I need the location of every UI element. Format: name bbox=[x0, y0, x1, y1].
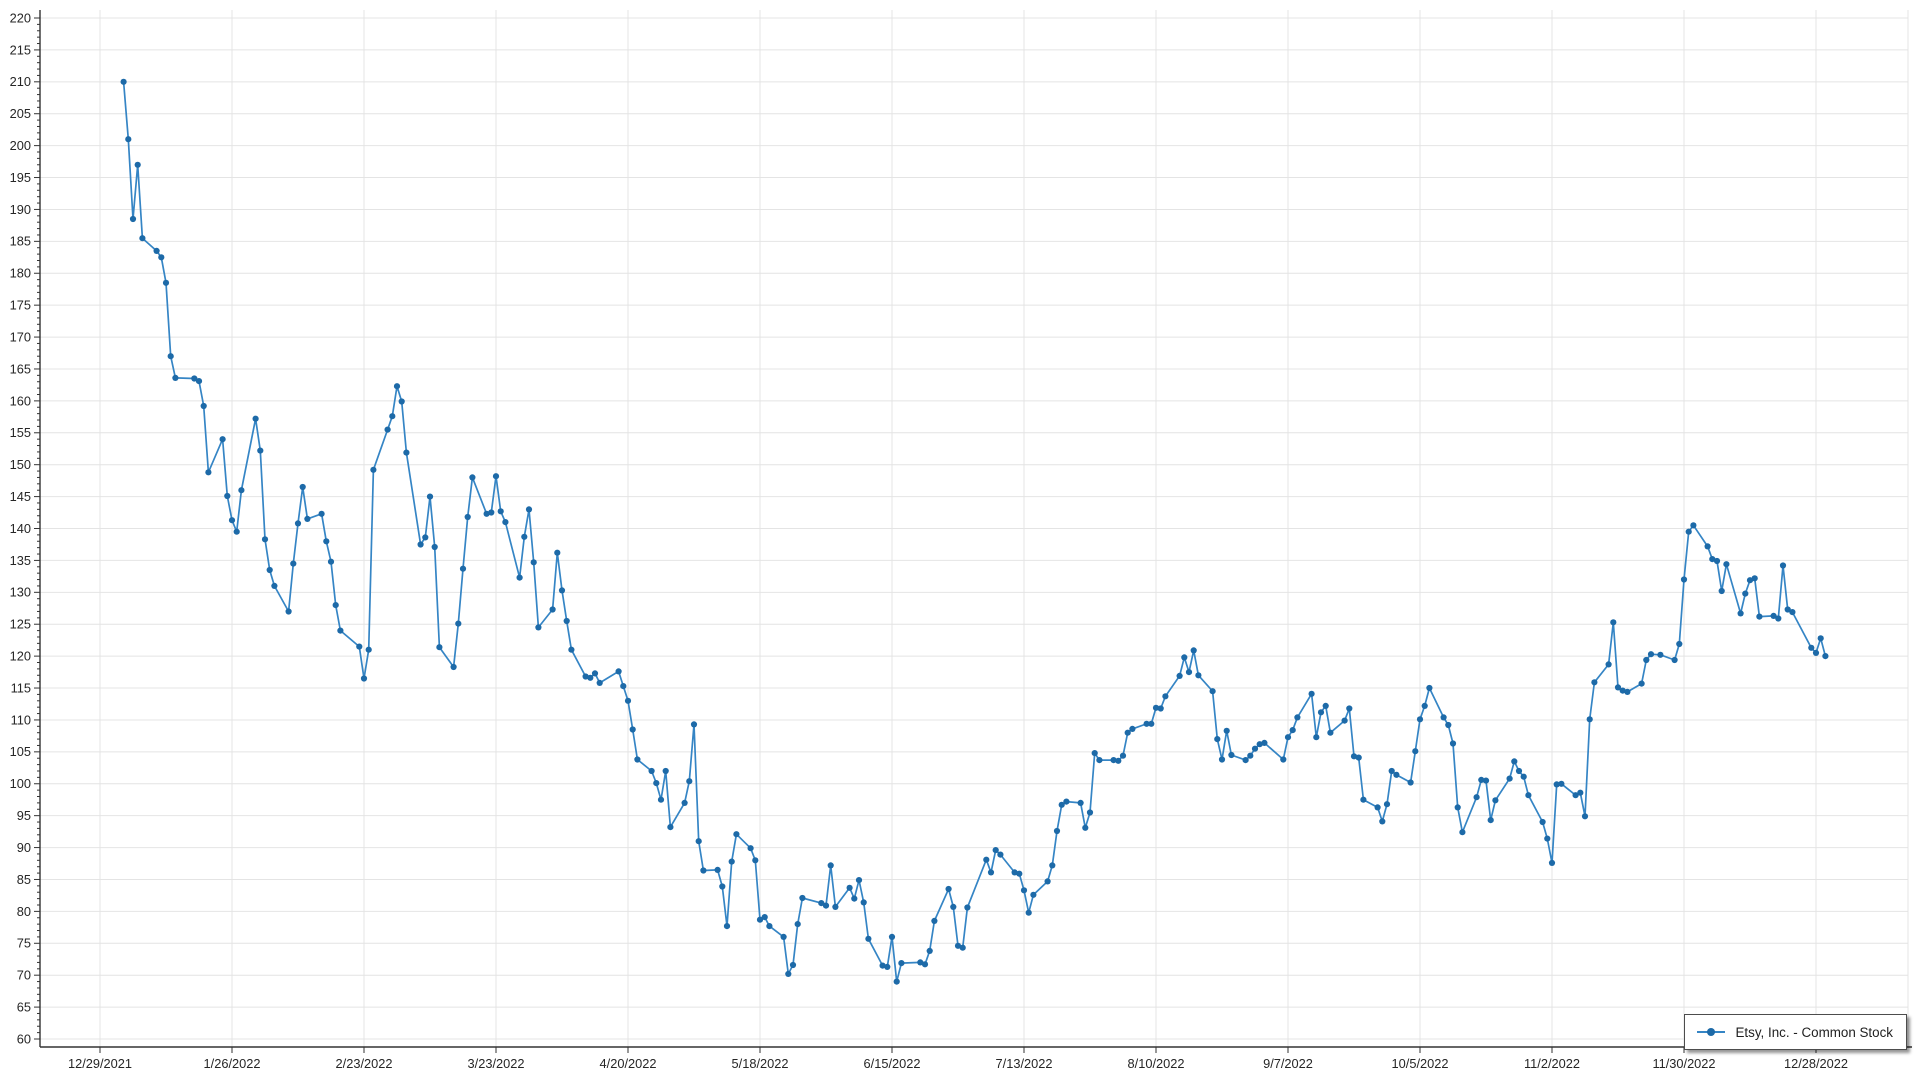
svg-text:155: 155 bbox=[10, 425, 31, 440]
svg-text:65: 65 bbox=[17, 999, 31, 1014]
svg-text:150: 150 bbox=[10, 457, 31, 472]
svg-text:60: 60 bbox=[17, 1031, 31, 1046]
svg-text:205: 205 bbox=[10, 106, 31, 121]
svg-text:115: 115 bbox=[11, 680, 31, 695]
svg-text:215: 215 bbox=[10, 42, 31, 57]
svg-text:2/23/2022: 2/23/2022 bbox=[336, 1056, 393, 1071]
svg-text:180: 180 bbox=[10, 266, 31, 281]
svg-text:12/28/2022: 12/28/2022 bbox=[1784, 1056, 1848, 1071]
svg-text:120: 120 bbox=[10, 649, 31, 664]
svg-text:145: 145 bbox=[10, 489, 31, 504]
legend-series-marker-icon bbox=[1696, 1026, 1726, 1038]
svg-text:195: 195 bbox=[10, 170, 31, 185]
svg-text:140: 140 bbox=[10, 521, 31, 536]
svg-text:175: 175 bbox=[10, 298, 31, 313]
svg-text:7/13/2022: 7/13/2022 bbox=[996, 1056, 1053, 1071]
svg-text:8/10/2022: 8/10/2022 bbox=[1128, 1056, 1185, 1071]
svg-text:190: 190 bbox=[10, 202, 31, 217]
svg-text:170: 170 bbox=[10, 329, 31, 344]
svg-text:95: 95 bbox=[17, 808, 31, 823]
axis-labels: 60 65 70 75 80 85 90 95 100 105 110 115 120 125 130 135… bbox=[10, 10, 1848, 1071]
price-line-series bbox=[121, 79, 1829, 985]
svg-text:10/5/2022: 10/5/2022 bbox=[1392, 1056, 1449, 1071]
svg-text:210: 210 bbox=[10, 74, 31, 89]
svg-text:160: 160 bbox=[10, 393, 31, 408]
svg-text:125: 125 bbox=[10, 617, 31, 632]
svg-text:1/26/2022: 1/26/2022 bbox=[204, 1056, 261, 1071]
svg-text:3/23/2022: 3/23/2022 bbox=[468, 1056, 525, 1071]
svg-text:75: 75 bbox=[17, 936, 31, 951]
svg-text:185: 185 bbox=[10, 234, 31, 249]
svg-text:105: 105 bbox=[10, 744, 31, 759]
legend-label: Etsy, Inc. - Common Stock bbox=[1735, 1025, 1893, 1040]
svg-text:11/30/2022: 11/30/2022 bbox=[1652, 1056, 1715, 1071]
svg-text:11/2/2022: 11/2/2022 bbox=[1524, 1056, 1580, 1071]
svg-text:12/29/2021: 12/29/2021 bbox=[68, 1056, 132, 1071]
chart-canvas: 60 65 70 75 80 85 90 95 100 105 110 115 120 125 130 135… bbox=[0, 0, 1920, 1080]
svg-text:130: 130 bbox=[10, 585, 31, 600]
svg-text:9/7/2022: 9/7/2022 bbox=[1263, 1056, 1313, 1071]
axis-ticks bbox=[34, 18, 1816, 1053]
svg-text:70: 70 bbox=[17, 968, 31, 983]
svg-text:100: 100 bbox=[10, 776, 31, 791]
svg-text:80: 80 bbox=[17, 904, 31, 919]
stock-price-chart: 60 65 70 75 80 85 90 95 100 105 110 115 120 125 130 135… bbox=[0, 0, 1920, 1080]
svg-text:200: 200 bbox=[10, 138, 31, 153]
legend[interactable]: Etsy, Inc. - Common Stock bbox=[1684, 1014, 1907, 1050]
svg-text:6/15/2022: 6/15/2022 bbox=[864, 1056, 921, 1071]
svg-text:220: 220 bbox=[10, 10, 31, 25]
svg-text:5/18/2022: 5/18/2022 bbox=[732, 1056, 789, 1071]
svg-text:85: 85 bbox=[17, 872, 31, 887]
svg-text:135: 135 bbox=[10, 553, 31, 568]
svg-text:90: 90 bbox=[17, 840, 31, 855]
svg-text:165: 165 bbox=[10, 361, 31, 376]
svg-text:4/20/2022: 4/20/2022 bbox=[600, 1056, 657, 1071]
svg-text:110: 110 bbox=[11, 712, 31, 727]
